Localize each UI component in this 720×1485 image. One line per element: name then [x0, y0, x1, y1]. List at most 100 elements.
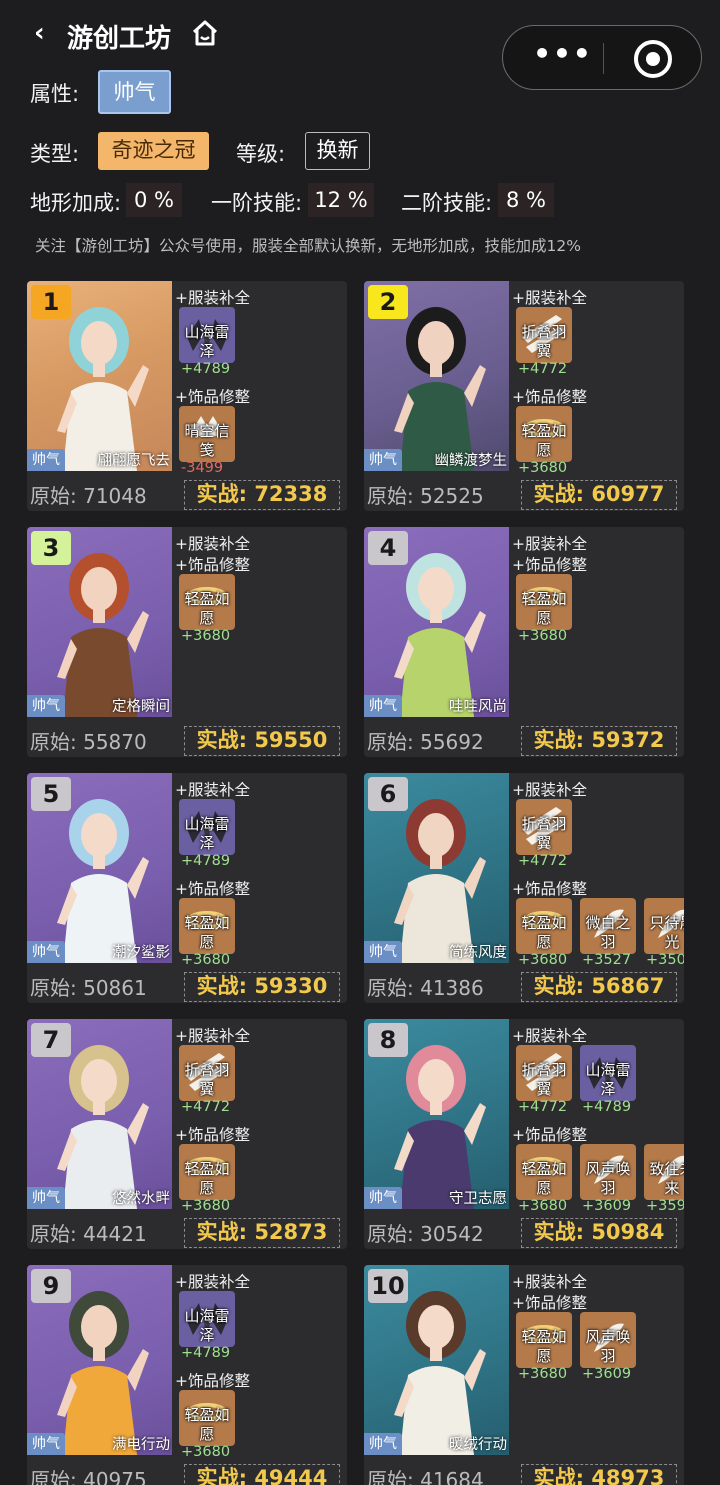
ranking-card[interactable]: 3 帅气 定格瞬间 +服装补全 +饰品修整 轻盈如愿 +3680 原始: 55870 实战: 5…	[27, 527, 347, 757]
rank-badge: 10	[368, 1269, 408, 1303]
accessory-item[interactable]: 折叠羽翼	[516, 799, 572, 855]
item-bonus: +4789	[181, 1345, 231, 1361]
accessory-item[interactable]: 风声唤羽	[580, 1312, 636, 1368]
section-title: +饰品修整	[175, 1126, 250, 1144]
skill1-value[interactable]: 12 %	[308, 183, 374, 217]
item-name: 轻盈如愿	[184, 1406, 230, 1443]
rank-badge: 3	[31, 531, 71, 565]
accessory-item[interactable]: 轻盈如愿	[516, 1312, 572, 1368]
section-title: +饰品修整	[175, 388, 250, 406]
terrain-value[interactable]: 0 %	[126, 183, 182, 217]
rank-badge: 1	[31, 285, 71, 319]
section-title: +饰品修整	[512, 1294, 587, 1312]
section-title: +服装补全	[175, 289, 250, 307]
skill2-value[interactable]: 8 %	[498, 183, 554, 217]
item-name: 轻盈如愿	[184, 1160, 230, 1197]
item-name: 折叠羽翼	[521, 815, 567, 852]
attribute-chip[interactable]: 帅气	[98, 70, 171, 114]
item-name: 山海雷泽	[184, 1307, 230, 1344]
accessory-item[interactable]: 轻盈如愿	[516, 1144, 572, 1200]
outfit-portrait: 5 帅气 潮汐鲨影	[27, 773, 172, 963]
actual-score: 实战: 60977	[521, 480, 677, 510]
outfit-name: 满电行动	[112, 1437, 170, 1453]
close-target-icon[interactable]	[634, 40, 672, 78]
accessory-item[interactable]: 风声唤羽	[580, 1144, 636, 1200]
accessory-item[interactable]: 轻盈如愿	[179, 898, 235, 954]
accessory-item[interactable]: 山海雷泽	[179, 1291, 235, 1347]
section-title: +服装补全	[175, 535, 250, 553]
home-icon[interactable]	[190, 19, 220, 47]
rank-badge: 6	[368, 777, 408, 811]
accessory-item[interactable]: 轻盈如愿	[516, 574, 572, 630]
outfit-portrait: 4 帅气 哇哇风尚	[364, 527, 509, 717]
attribute-tag: 帅气	[27, 1187, 65, 1209]
accessory-item[interactable]: 折叠羽翼	[516, 1045, 572, 1101]
original-score: 原始: 55870	[30, 730, 147, 754]
actual-score: 实战: 59372	[521, 726, 677, 756]
original-score: 原始: 52525	[367, 484, 484, 508]
accessory-item[interactable]: 轻盈如愿	[179, 574, 235, 630]
accessory-item[interactable]: 轻盈如愿	[179, 1144, 235, 1200]
section-title: +饰品修整	[512, 1126, 587, 1144]
accessory-item[interactable]: 只待晨光	[644, 898, 684, 954]
accessory-item[interactable]: 轻盈如愿	[516, 898, 572, 954]
accessory-item[interactable]: 致往未来	[644, 1144, 684, 1200]
outfit-name: 幽鳞渡梦生	[434, 453, 508, 469]
section-title: +服装补全	[175, 1027, 250, 1045]
accessory-item[interactable]: 轻盈如愿	[516, 406, 572, 462]
item-name: 轻盈如愿	[521, 422, 567, 459]
page-title: 游创工坊	[67, 24, 172, 54]
capsule-divider	[603, 43, 604, 74]
attribute-tag: 帅气	[364, 1433, 402, 1455]
section-title: +服装补全	[512, 1273, 587, 1291]
ranking-card[interactable]: 9 帅气 满电行动 +服装补全 山海雷泽 +4789 +饰品修整 轻盈如愿 +3680 原始: 4…	[27, 1265, 347, 1485]
outfit-name: 悠然水畔	[112, 1191, 170, 1207]
ranking-card[interactable]: 6 帅气 简练风度 +服装补全 折叠羽翼 +4772 +饰品修整 轻盈如愿 +3680 微白之羽 +…	[364, 773, 684, 1003]
item-bonus: +3680	[181, 1444, 231, 1460]
item-name: 风声唤羽	[585, 1160, 631, 1197]
accessory-item[interactable]: 山海雷泽	[179, 307, 235, 363]
type-label: 类型:	[30, 142, 80, 166]
outfit-portrait: 8 帅气 守卫志愿	[364, 1019, 509, 1209]
more-menu-button[interactable]: •••	[528, 40, 598, 72]
section-title: +服装补全	[512, 289, 587, 307]
accessory-item[interactable]: 折叠羽翼	[516, 307, 572, 363]
back-button[interactable]: ‹	[34, 20, 58, 46]
ranking-card[interactable]: 7 帅气 悠然水畔 +服装补全 折叠羽翼 +4772 +饰品修整 轻盈如愿 +3680 原始: 4…	[27, 1019, 347, 1249]
level-chip[interactable]: 换新	[305, 132, 370, 170]
item-name: 只待晨光	[649, 914, 684, 951]
accessory-item[interactable]: 晴空信笺	[179, 406, 235, 462]
ranking-card[interactable]: 2 帅气 幽鳞渡梦生 +服装补全 折叠羽翼 +4772 +饰品修整 轻盈如愿 +3680 原始: …	[364, 281, 684, 511]
ranking-card[interactable]: 5 帅气 潮汐鲨影 +服装补全 山海雷泽 +4789 +饰品修整 轻盈如愿 +3680 原始: 5…	[27, 773, 347, 1003]
original-score: 原始: 40975	[30, 1468, 147, 1485]
attribute-tag: 帅气	[27, 941, 65, 963]
item-name: 轻盈如愿	[521, 1328, 567, 1365]
attribute-tag: 帅气	[27, 1433, 65, 1455]
accessory-item[interactable]: 轻盈如愿	[179, 1390, 235, 1446]
item-name: 轻盈如愿	[521, 1160, 567, 1197]
attribute-tag: 帅气	[364, 695, 402, 717]
accessory-item[interactable]: 山海雷泽	[179, 799, 235, 855]
item-bonus: +3590	[646, 1198, 684, 1214]
ranking-card[interactable]: 10 帅气 暖绒行动 +服装补全 +饰品修整 轻盈如愿 +3680 风声唤羽 +3609 原始: …	[364, 1265, 684, 1485]
type-chip[interactable]: 奇迹之冠	[98, 132, 209, 170]
section-title: +饰品修整	[512, 388, 587, 406]
actual-score: 实战: 50984	[521, 1218, 677, 1248]
item-name: 晴空信笺	[184, 422, 230, 459]
accessory-item[interactable]: 山海雷泽	[580, 1045, 636, 1101]
outfit-portrait: 1 帅气 翩翩愿飞去	[27, 281, 172, 471]
original-score: 原始: 30542	[367, 1222, 484, 1246]
skill2-label: 二阶技能:	[401, 191, 493, 215]
rank-badge: 8	[368, 1023, 408, 1057]
actual-score: 实战: 49444	[184, 1464, 340, 1485]
accessory-item[interactable]: 微白之羽	[580, 898, 636, 954]
item-name: 轻盈如愿	[521, 590, 567, 627]
actual-score: 实战: 59330	[184, 972, 340, 1002]
attribute-label: 属性:	[30, 82, 80, 106]
ranking-card[interactable]: 8 帅气 守卫志愿 +服装补全 折叠羽翼 +4772 山海雷泽 +4789 +饰品修整 轻盈如愿 +…	[364, 1019, 684, 1249]
ranking-card[interactable]: 4 帅气 哇哇风尚 +服装补全 +饰品修整 轻盈如愿 +3680 原始: 55692 实战: 5…	[364, 527, 684, 757]
ranking-card[interactable]: 1 帅气 翩翩愿飞去 +服装补全 山海雷泽 +4789 +饰品修整 晴空信笺 -3499 原始: …	[27, 281, 347, 511]
item-name: 折叠羽翼	[521, 323, 567, 360]
original-score: 原始: 71048	[30, 484, 147, 508]
accessory-item[interactable]: 折叠羽翼	[179, 1045, 235, 1101]
